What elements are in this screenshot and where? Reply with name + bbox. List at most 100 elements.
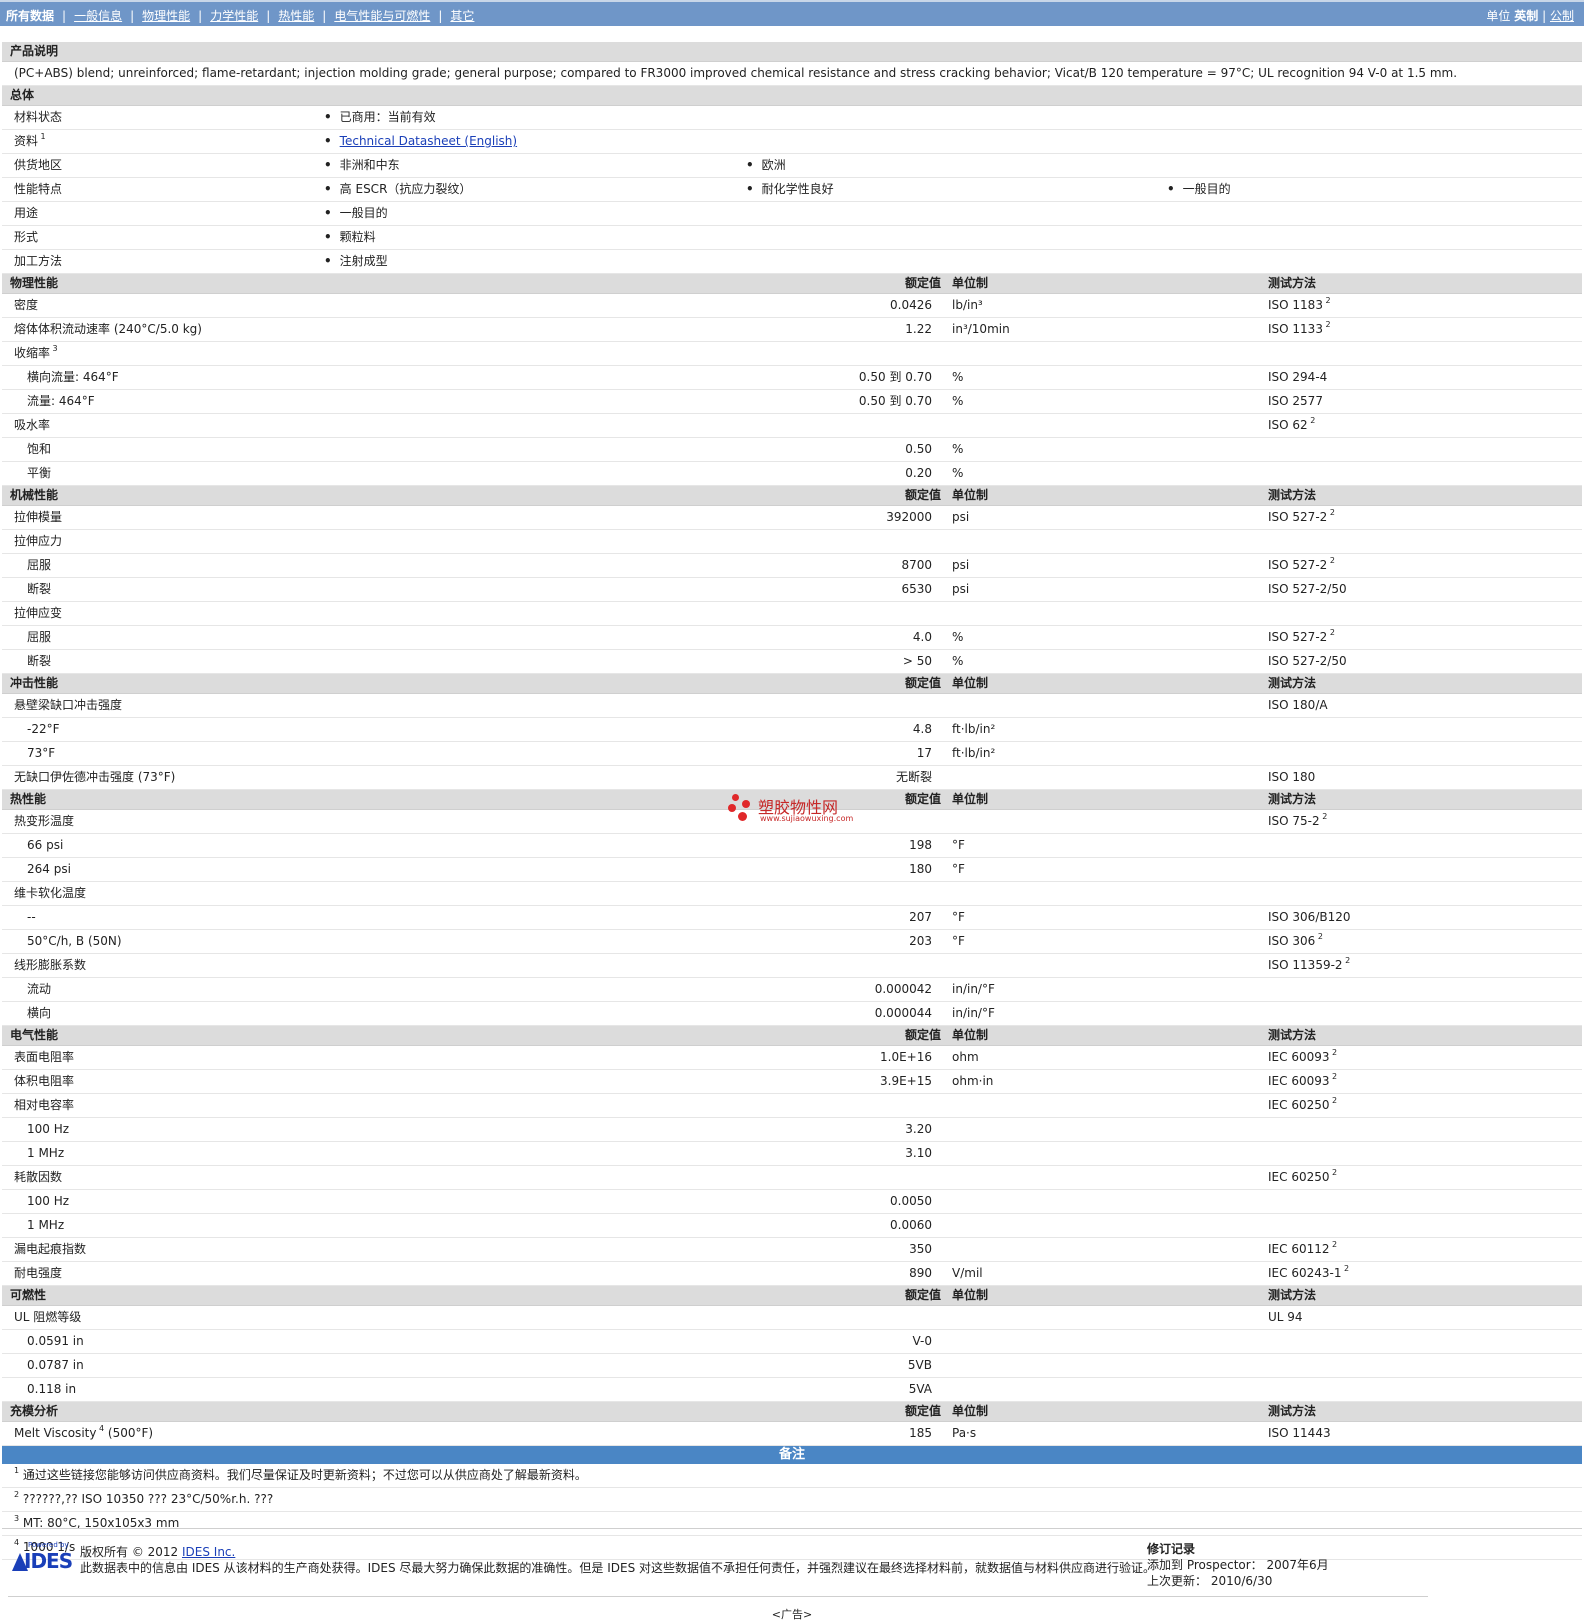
- property-row: 耗散因数 IEC 60250 2: [2, 1166, 1582, 1190]
- column-header-value: 额定值: [905, 676, 942, 690]
- text: 耗散因数: [14, 1170, 63, 1184]
- note-number: 1: [14, 1466, 20, 1475]
- property-row: 拉伸模量 392000 psi ISO 527-2 2: [2, 506, 1582, 530]
- test-method: ISO 180/A: [1268, 694, 1328, 717]
- general-header: 总体: [2, 86, 1582, 106]
- property-row: 耐电强度 890 V/mil IEC 60243-1 2: [2, 1262, 1582, 1286]
- property-label: 拉伸应变: [14, 602, 62, 625]
- datasheet-link[interactable]: Technical Datasheet (English): [340, 134, 517, 148]
- tab-separator: |: [438, 9, 443, 23]
- text: ISO 527-2: [1268, 510, 1328, 524]
- property-label: 饱和: [27, 438, 51, 461]
- text: 0.0787 in: [27, 1358, 84, 1372]
- test-method: IEC 60093 2: [1268, 1046, 1337, 1069]
- text: ISO 294-4: [1268, 370, 1328, 384]
- ad-label: <广告>: [771, 1608, 813, 1621]
- property-row: 0.0787 in 5VB: [2, 1354, 1582, 1378]
- test-method: IEC 60093 2: [1268, 1070, 1337, 1093]
- tab-6[interactable]: 其它: [450, 9, 474, 23]
- property-unit: in/in/°F: [952, 1006, 995, 1020]
- text: 0.0591 in: [27, 1334, 84, 1348]
- tab-1[interactable]: 一般信息: [74, 9, 122, 23]
- property-row: 表面电阻率 1.0E+16 ohm IEC 60093 2: [2, 1046, 1582, 1070]
- text: 1 MHz: [27, 1146, 65, 1160]
- property-unit: ft·lb/in²: [952, 746, 996, 760]
- text: 100 Hz: [27, 1194, 70, 1208]
- property-label: 1 MHz: [27, 1214, 64, 1237]
- column-header-method: 测试方法: [1268, 276, 1317, 290]
- property-value: 0.50 到 0.70: [858, 370, 932, 384]
- divider: [8, 1596, 1428, 1597]
- property-row: UL 阻燃等级 UL 94: [2, 1306, 1582, 1330]
- bullet-value: 一般目的: [1167, 178, 1231, 201]
- test-method: UL 94: [1268, 1306, 1303, 1329]
- column-header-value: 额定值: [905, 488, 942, 502]
- property-row: 收缩率 3: [2, 342, 1582, 366]
- footnote-ref: 2: [1342, 956, 1351, 965]
- test-method: ISO 11443: [1268, 1422, 1331, 1445]
- bullet-value: 耐化学性良好: [746, 178, 834, 201]
- test-method: ISO 527-2/50: [1268, 578, 1347, 601]
- property-value: 0.000042: [874, 982, 932, 996]
- column-header-unit: 单位制: [952, 1288, 989, 1302]
- footnote-ref: 2: [1322, 296, 1331, 305]
- property-row: 73°F 17 ft·lb/in²: [2, 742, 1582, 766]
- property-row: 横向流量: 464°F 0.50 到 0.70% ISO 294-4: [2, 366, 1582, 390]
- unit-imperial[interactable]: 英制: [1514, 9, 1538, 23]
- tab-4[interactable]: 热性能: [278, 9, 314, 23]
- text: 断裂: [27, 582, 52, 596]
- property-unit: %: [952, 370, 964, 384]
- bullet-value: 注射成型: [324, 250, 388, 273]
- property-unit: in³/10min: [952, 322, 1010, 336]
- column-header-unit: 单位制: [952, 676, 989, 690]
- section-title: 热性能: [10, 792, 47, 806]
- property-value: 207: [909, 910, 932, 924]
- text: IEC 60093: [1268, 1074, 1330, 1088]
- property-value: 5VB: [907, 1358, 932, 1372]
- property-row: 密度 0.0426 lb/in³ ISO 1183 2: [2, 294, 1582, 318]
- section-header: 物理性能 额定值 单位制 测试方法: [2, 274, 1582, 294]
- text: 50°C/h, B (50N): [27, 934, 122, 948]
- column-header-value: 额定值: [905, 1404, 942, 1418]
- test-method: ISO 75-2 2: [1268, 810, 1327, 833]
- revision-history: 修订记录 添加到 Prospector： 2007年6月 上次更新： 2010/…: [1147, 1541, 1329, 1589]
- text: 264 psi: [27, 862, 71, 876]
- text: 平衡: [27, 466, 52, 480]
- text: 悬壁梁缺口冲击强度: [14, 698, 123, 712]
- unit-metric-link[interactable]: 公制: [1550, 9, 1574, 23]
- watermark-dot: [742, 800, 750, 808]
- text: ISO 62: [1268, 418, 1308, 432]
- property-label: 流量: 464°F: [27, 390, 95, 413]
- ides-link[interactable]: IDES Inc.: [182, 1545, 235, 1559]
- property-unit: psi: [952, 558, 970, 572]
- property-label: 吸水率: [14, 414, 50, 437]
- property-row: 维卡软化温度: [2, 882, 1582, 906]
- text: IEC 60093: [1268, 1050, 1330, 1064]
- property-label: 屈服: [27, 554, 51, 577]
- text: ISO 180: [1268, 770, 1316, 784]
- property-unit: °F: [952, 910, 965, 924]
- property-value: V-0: [912, 1334, 932, 1348]
- property-label: 拉伸模量: [14, 506, 62, 529]
- property-unit: %: [952, 442, 964, 456]
- text: Melt Viscosity: [14, 1426, 97, 1440]
- property-unit: %: [952, 394, 964, 408]
- property-label: 50°C/h, B (50N): [27, 930, 122, 953]
- note-item: 2 ??????,?? ISO 10350 ??? 23°C/50%r.h. ?…: [2, 1488, 1582, 1512]
- property-row: 断裂 6530 psi ISO 527-2/50: [2, 578, 1582, 602]
- tab-5[interactable]: 电气性能与可燃性: [334, 9, 430, 23]
- property-value: 无断裂: [895, 770, 932, 784]
- footnote-ref: 2: [1327, 508, 1335, 517]
- watermark: 塑胶物性网 www.sujiaowuxing.com: [728, 794, 858, 830]
- bullet-value: 一般目的: [324, 202, 388, 225]
- property-label: 耐电强度: [14, 1262, 62, 1285]
- text: 拉伸应力: [14, 534, 63, 548]
- section-title: 物理性能: [10, 276, 59, 290]
- property-label: 264 psi: [27, 858, 71, 881]
- ides-logo[interactable]: Powered by IDES: [10, 1541, 74, 1575]
- tab-3[interactable]: 力学性能: [210, 9, 258, 23]
- tab-2[interactable]: 物理性能: [142, 9, 190, 23]
- tab-0[interactable]: 所有数据: [6, 9, 54, 23]
- logo-text: IDES: [24, 1549, 73, 1573]
- property-unit: °F: [952, 838, 965, 852]
